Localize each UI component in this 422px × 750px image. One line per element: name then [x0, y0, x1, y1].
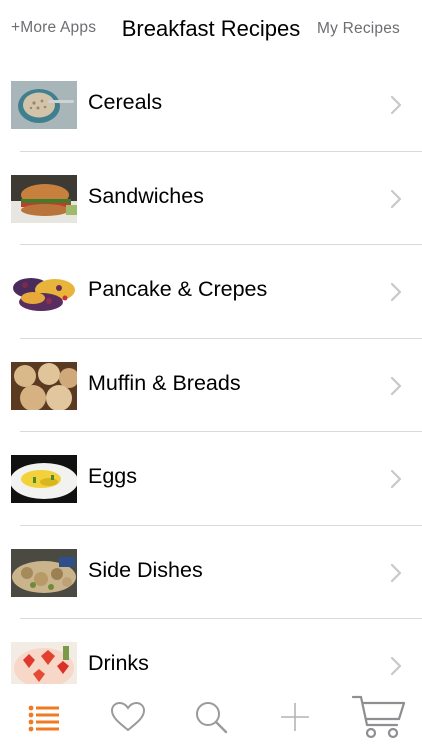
plus-icon [281, 703, 309, 731]
cart-icon [351, 695, 406, 739]
category-label: Drinks [88, 651, 149, 675]
tab-add[interactable] [253, 684, 337, 750]
chevron-right-icon [390, 282, 402, 302]
category-row-pancake-crepes[interactable]: Pancake & Crepes [0, 245, 422, 339]
chevron-right-icon [390, 376, 402, 395]
category-row-side-dishes[interactable]: Side Dishes [0, 526, 422, 619]
tab-bar [0, 684, 422, 750]
more-apps-button[interactable]: +More Apps [11, 19, 96, 37]
chevron-right-icon [390, 656, 402, 676]
category-list: Cereals Sandwiches Pancake & Crepes Muff… [0, 58, 422, 713]
eggs-photo [11, 455, 77, 503]
tab-list[interactable] [2, 684, 86, 750]
cereal-bowl-photo [11, 81, 77, 129]
category-label: Eggs [88, 464, 138, 488]
sandwich-photo [11, 174, 77, 223]
category-row-muffin-breads[interactable]: Muffin & Breads [0, 339, 422, 432]
tab-search[interactable] [169, 684, 253, 750]
category-label: Side Dishes [88, 557, 203, 582]
my-recipes-button[interactable]: My Recipes [317, 20, 400, 38]
category-row-cereals[interactable]: Cereals [0, 58, 422, 152]
category-label: Cereals [88, 90, 163, 114]
list-icon [28, 705, 59, 732]
search-icon [196, 702, 228, 734]
category-label: Muffin & Breads [88, 370, 241, 395]
category-label: Pancake & Crepes [88, 277, 268, 301]
chevron-right-icon [390, 189, 402, 208]
pancake-photo [11, 268, 77, 316]
tab-cart[interactable] [337, 684, 421, 750]
chevron-right-icon [390, 563, 402, 582]
chevron-right-icon [390, 469, 402, 489]
heart-icon [110, 701, 146, 732]
category-row-sandwiches[interactable]: Sandwiches [0, 152, 422, 245]
chevron-right-icon [390, 95, 402, 115]
drinks-photo [11, 642, 77, 690]
navigation-bar: +More Apps Breakfast Recipes My Recipes [0, 0, 422, 58]
side-dish-photo [11, 548, 77, 597]
muffin-photo [11, 361, 77, 410]
category-label: Sandwiches [88, 183, 204, 208]
tab-favorites[interactable] [86, 684, 170, 750]
category-row-eggs[interactable]: Eggs [0, 432, 422, 526]
